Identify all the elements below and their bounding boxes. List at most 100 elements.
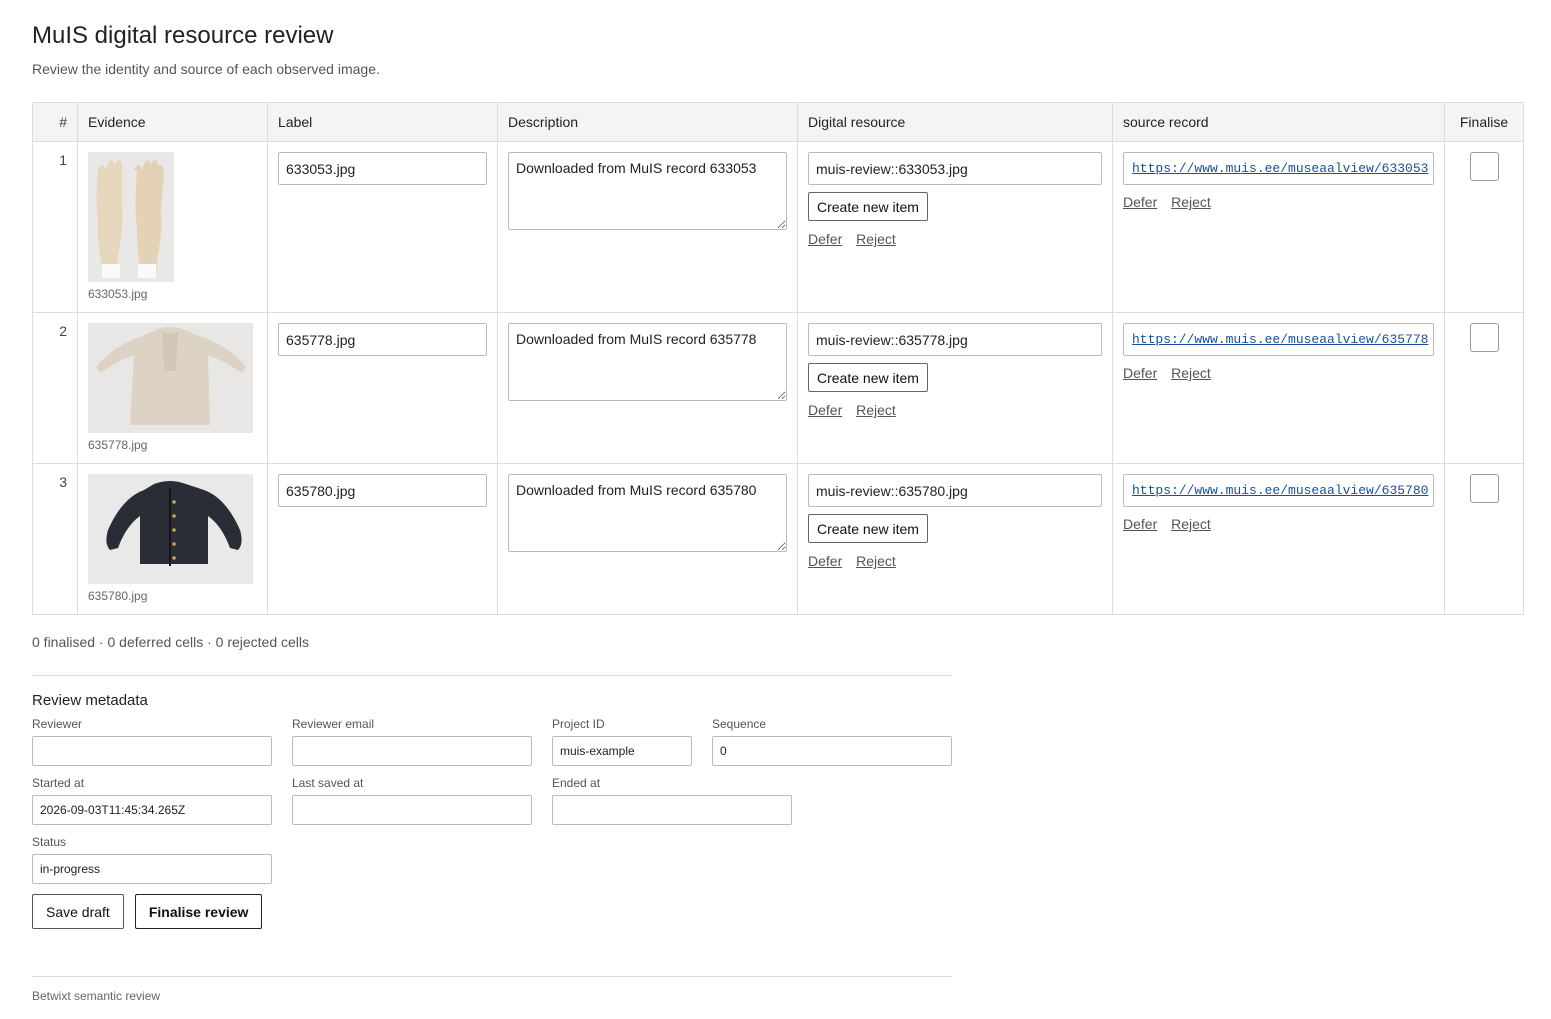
footer-divider xyxy=(32,976,952,977)
source-record-link[interactable]: https://www.muis.ee/museaalview/635778 xyxy=(1132,332,1428,347)
project-id-label: Project ID xyxy=(552,717,605,731)
resource-actions: Defer Reject xyxy=(808,402,1102,418)
finalise-checkbox[interactable] xyxy=(1469,323,1499,352)
description-cell: Downloaded from MuIS record 635778 xyxy=(497,312,798,464)
description-textarea[interactable]: Downloaded from MuIS record 635778 xyxy=(508,323,787,401)
label-input[interactable] xyxy=(278,323,487,356)
footer-text: Betwixt semantic review xyxy=(32,989,161,1003)
dress-photo-icon xyxy=(88,323,253,433)
header-num: # xyxy=(32,102,78,142)
resource-actions: Defer Reject xyxy=(808,553,1102,569)
header-source-record: source record xyxy=(1112,102,1445,142)
metadata-form: Reviewer Reviewer email Project ID Seque… xyxy=(32,717,952,884)
defer-link[interactable]: Defer xyxy=(808,402,842,418)
digital-resource-input[interactable] xyxy=(808,323,1102,356)
last-saved-at-label: Last saved at xyxy=(292,776,364,790)
reviewer-email-input[interactable] xyxy=(292,736,532,766)
source-defer-link[interactable]: Defer xyxy=(1123,516,1157,532)
header-finalise: Finalise xyxy=(1444,102,1524,142)
status-label: Status xyxy=(32,835,67,849)
source-reject-link[interactable]: Reject xyxy=(1171,194,1211,210)
label-cell xyxy=(267,463,498,615)
source-reject-link[interactable]: Reject xyxy=(1171,365,1211,381)
row-number: 1 xyxy=(32,141,78,313)
source-record-cell: https://www.muis.ee/museaalview/635778 D… xyxy=(1112,312,1445,464)
reject-link[interactable]: Reject xyxy=(856,553,896,569)
reject-link[interactable]: Reject xyxy=(856,402,896,418)
source-record-cell: https://www.muis.ee/museaalview/633053 D… xyxy=(1112,141,1445,313)
label-cell xyxy=(267,141,498,313)
source-record-link[interactable]: https://www.muis.ee/museaalview/635780 xyxy=(1132,483,1428,498)
source-actions: Defer Reject xyxy=(1123,365,1434,381)
table-row: 2 635778.jpg Downloaded from MuIS record… xyxy=(32,312,1524,464)
description-cell: Downloaded from MuIS record 633053 xyxy=(497,141,798,313)
project-id-input[interactable] xyxy=(552,736,692,766)
sequence-input[interactable] xyxy=(712,736,952,766)
table-row: 1 633053.jpg Downloaded from MuIS rec xyxy=(32,141,1524,313)
source-record-cell: https://www.muis.ee/museaalview/635780 D… xyxy=(1112,463,1445,615)
source-defer-link[interactable]: Defer xyxy=(1123,194,1157,210)
finalise-checkbox[interactable] xyxy=(1469,152,1499,181)
header-digital-resource: Digital resource xyxy=(797,102,1113,142)
evidence-caption: 635780.jpg xyxy=(88,589,148,603)
finalise-cell xyxy=(1444,312,1524,464)
source-actions: Defer Reject xyxy=(1123,194,1434,210)
review-summary: 0 finalised · 0 deferred cells · 0 rejec… xyxy=(32,634,310,650)
status-input[interactable] xyxy=(32,854,272,884)
header-description: Description xyxy=(497,102,798,142)
reviewer-label: Reviewer xyxy=(32,717,83,731)
label-cell xyxy=(267,312,498,464)
finalise-review-button[interactable]: Finalise review xyxy=(134,894,263,929)
source-actions: Defer Reject xyxy=(1123,516,1434,532)
resource-actions: Defer Reject xyxy=(808,231,1102,247)
finalise-cell xyxy=(1444,463,1524,615)
row-number: 3 xyxy=(32,463,78,615)
metadata-row: Reviewer Reviewer email Project ID Seque… xyxy=(32,717,952,766)
evidence-cell: 633053.jpg xyxy=(77,141,268,313)
metadata-row: Status xyxy=(32,835,952,884)
source-reject-link[interactable]: Reject xyxy=(1171,516,1211,532)
reviewer-email-label: Reviewer email xyxy=(292,717,375,731)
create-new-item-button[interactable]: Create new item xyxy=(808,363,928,392)
save-draft-button[interactable]: Save draft xyxy=(32,894,124,929)
metadata-heading: Review metadata xyxy=(32,692,148,709)
digital-resource-input[interactable] xyxy=(808,152,1102,185)
source-link-box: https://www.muis.ee/museaalview/635780 xyxy=(1123,474,1434,507)
reviewer-input[interactable] xyxy=(32,736,272,766)
row-number: 2 xyxy=(32,312,78,464)
description-cell: Downloaded from MuIS record 635780 xyxy=(497,463,798,615)
started-at-input[interactable] xyxy=(32,795,272,825)
last-saved-at-input[interactable] xyxy=(292,795,532,825)
label-input[interactable] xyxy=(278,474,487,507)
defer-link[interactable]: Defer xyxy=(808,553,842,569)
label-input[interactable] xyxy=(278,152,487,185)
create-new-item-button[interactable]: Create new item xyxy=(808,192,928,221)
ended-at-label: Ended at xyxy=(552,776,601,790)
source-link-box: https://www.muis.ee/museaalview/633053 xyxy=(1123,152,1434,185)
page: MuIS digital resource review Review the … xyxy=(0,0,1551,1003)
digital-resource-input[interactable] xyxy=(808,474,1102,507)
review-table: # Evidence Label Description Digital res… xyxy=(32,102,1524,615)
evidence-caption: 635778.jpg xyxy=(88,438,148,452)
page-title: MuIS digital resource review xyxy=(32,22,334,49)
evidence-cell: 635778.jpg xyxy=(77,312,268,464)
sequence-field: Sequence xyxy=(712,717,952,766)
description-textarea[interactable]: Downloaded from MuIS record 633053 xyxy=(508,152,787,230)
metadata-row: Started at Last saved at Ended at xyxy=(32,776,952,825)
defer-link[interactable]: Defer xyxy=(808,231,842,247)
description-textarea[interactable]: Downloaded from MuIS record 635780 xyxy=(508,474,787,552)
jacket-photo-icon xyxy=(88,474,253,584)
finalise-cell xyxy=(1444,141,1524,313)
source-record-link[interactable]: https://www.muis.ee/museaalview/633053 xyxy=(1132,161,1428,176)
finalise-checkbox[interactable] xyxy=(1469,474,1499,503)
page-subtitle: Review the identity and source of each o… xyxy=(32,61,380,77)
reject-link[interactable]: Reject xyxy=(856,231,896,247)
source-link-box: https://www.muis.ee/museaalview/635778 xyxy=(1123,323,1434,356)
started-at-field: Started at xyxy=(32,776,272,825)
table-header-row: # Evidence Label Description Digital res… xyxy=(32,102,1524,142)
reviewer-email-field: Reviewer email xyxy=(292,717,532,766)
ended-at-input[interactable] xyxy=(552,795,792,825)
source-defer-link[interactable]: Defer xyxy=(1123,365,1157,381)
header-label: Label xyxy=(267,102,498,142)
create-new-item-button[interactable]: Create new item xyxy=(808,514,928,543)
